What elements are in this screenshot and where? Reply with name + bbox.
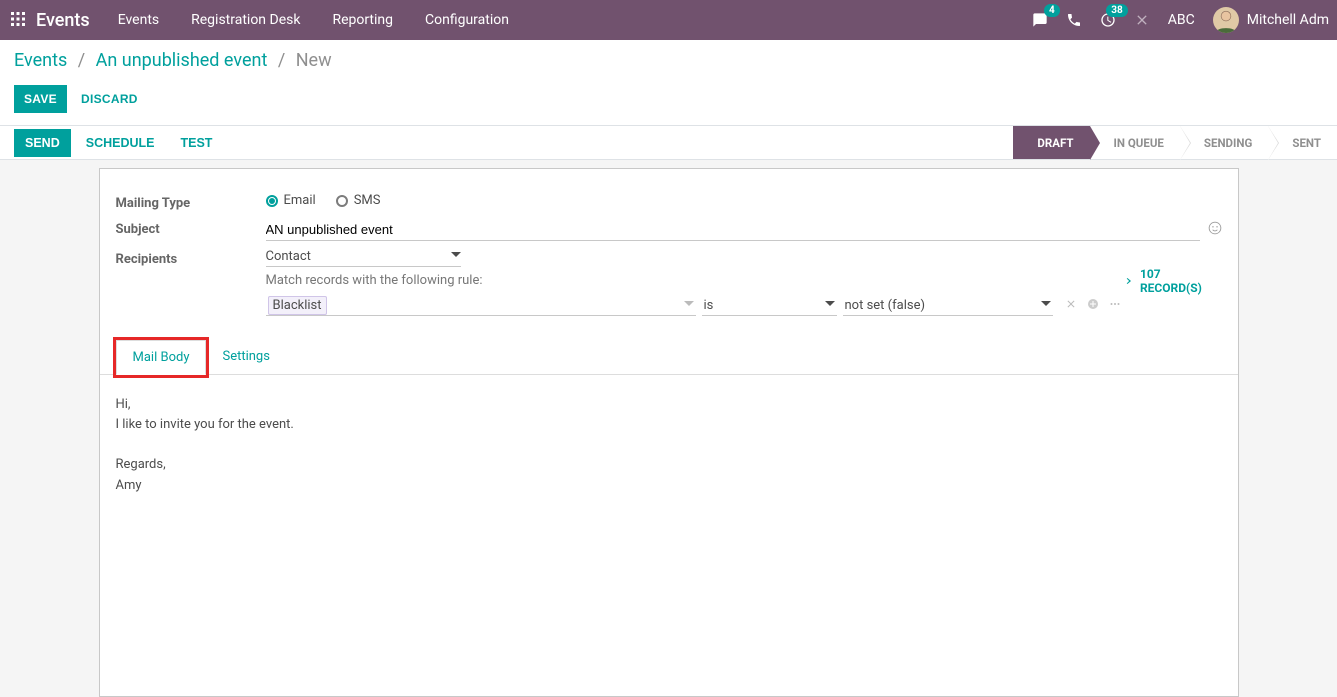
- step-sending[interactable]: SENDING: [1180, 126, 1268, 159]
- status-steps: DRAFT IN QUEUE SENDING SENT: [1013, 126, 1337, 159]
- schedule-button[interactable]: SCHEDULE: [75, 129, 166, 157]
- breadcrumb-current: New: [296, 50, 332, 71]
- step-in-queue[interactable]: IN QUEUE: [1090, 126, 1180, 159]
- recipients-value: Contact: [266, 249, 311, 264]
- menu-events[interactable]: Events: [118, 12, 159, 28]
- tabs: Mail Body Settings: [116, 340, 1222, 375]
- activities-icon[interactable]: 38: [1100, 12, 1116, 28]
- app-brand[interactable]: Events: [36, 10, 90, 31]
- rule-intro: Match records with the following rule:: [266, 273, 1121, 288]
- rule-op-value: is: [704, 298, 714, 313]
- rule-value-select[interactable]: not set (false): [843, 296, 1053, 316]
- form-sheet: Mailing Type Email SMS Subject: [99, 168, 1239, 697]
- db-name: ABC: [1168, 12, 1195, 28]
- radio-email[interactable]: Email: [266, 193, 316, 208]
- rule-field-select[interactable]: Blacklist: [266, 296, 696, 316]
- breadcrumb-parent[interactable]: An unpublished event: [96, 50, 268, 71]
- step-draft[interactable]: DRAFT: [1013, 126, 1089, 159]
- user-menu[interactable]: Mitchell Adm: [1213, 7, 1329, 33]
- mail-body-editor[interactable]: Hi, I like to invite you for the event. …: [116, 375, 1222, 696]
- recipients-select[interactable]: Contact: [266, 249, 461, 267]
- menu-reporting[interactable]: Reporting: [332, 12, 393, 28]
- mail-line: Regards,: [116, 455, 1222, 475]
- user-name: Mitchell Adm: [1247, 12, 1329, 28]
- radio-sms[interactable]: SMS: [336, 193, 381, 208]
- messages-icon[interactable]: 4: [1032, 12, 1048, 28]
- send-button[interactable]: SEND: [14, 129, 71, 157]
- label-subject: Subject: [116, 219, 266, 237]
- phone-icon[interactable]: [1066, 12, 1082, 28]
- form-sheet-wrap: Mailing Type Email SMS Subject: [0, 160, 1337, 697]
- breadcrumb-root[interactable]: Events: [14, 50, 67, 71]
- caret-down-icon: [1041, 298, 1051, 313]
- navbar-right: 4 38 ABC Mitchell Adm: [1032, 7, 1337, 33]
- subject-input[interactable]: [266, 219, 1200, 241]
- more-rule-icon[interactable]: [1109, 298, 1121, 314]
- mail-line: Hi,: [116, 395, 1222, 415]
- label-mailing-type: Mailing Type: [116, 193, 266, 211]
- emoji-icon[interactable]: [1208, 221, 1222, 239]
- menu-registration-desk[interactable]: Registration Desk: [191, 12, 300, 28]
- caret-down-icon: [451, 249, 461, 264]
- control-bar: Events / An unpublished event / New SAVE…: [0, 40, 1337, 126]
- row-mailing-type: Mailing Type Email SMS: [116, 193, 1222, 211]
- dev-tools-icon[interactable]: [1134, 12, 1150, 28]
- radio-dot-icon: [266, 195, 278, 207]
- records-link[interactable]: 107 RECORD(S): [1121, 267, 1222, 295]
- caret-down-icon: [684, 298, 694, 313]
- save-button[interactable]: SAVE: [14, 85, 67, 113]
- row-subject: Subject: [116, 219, 1222, 241]
- main-menu: Events Registration Desk Reporting Confi…: [118, 12, 509, 28]
- row-recipients: Recipients Contact Match records with th…: [116, 249, 1222, 316]
- activities-badge: 38: [1106, 4, 1127, 17]
- label-recipients: Recipients: [116, 249, 266, 267]
- menu-configuration[interactable]: Configuration: [425, 12, 509, 28]
- discard-button[interactable]: DISCARD: [71, 85, 148, 113]
- messages-badge: 4: [1044, 4, 1060, 17]
- rule-val-value: not set (false): [845, 298, 925, 313]
- add-rule-icon[interactable]: [1087, 298, 1099, 314]
- records-count: 107 RECORD(S): [1140, 267, 1222, 295]
- radio-sms-label: SMS: [354, 193, 381, 208]
- radio-dot-icon: [336, 195, 348, 207]
- mail-line: I like to invite you for the event.: [116, 415, 1222, 435]
- mail-line: Amy: [116, 476, 1222, 496]
- top-navbar: Events Events Registration Desk Reportin…: [0, 0, 1337, 40]
- tab-mail-body[interactable]: Mail Body: [116, 340, 207, 375]
- rule-row: Blacklist is not set (false): [266, 296, 1121, 316]
- radio-email-label: Email: [284, 193, 316, 208]
- status-bar: SEND SCHEDULE TEST DRAFT IN QUEUE SENDIN…: [0, 126, 1337, 160]
- breadcrumb-sep: /: [78, 50, 85, 71]
- breadcrumb: Events / An unpublished event / New: [14, 40, 1323, 71]
- breadcrumb-sep: /: [278, 50, 285, 71]
- rule-field-tag: Blacklist: [268, 296, 327, 315]
- tab-settings[interactable]: Settings: [206, 340, 285, 375]
- test-button[interactable]: TEST: [170, 129, 224, 157]
- apps-icon[interactable]: [0, 11, 36, 30]
- avatar: [1213, 7, 1239, 33]
- caret-down-icon: [825, 298, 835, 313]
- delete-rule-icon[interactable]: [1065, 298, 1077, 314]
- rule-operator-select[interactable]: is: [702, 296, 837, 316]
